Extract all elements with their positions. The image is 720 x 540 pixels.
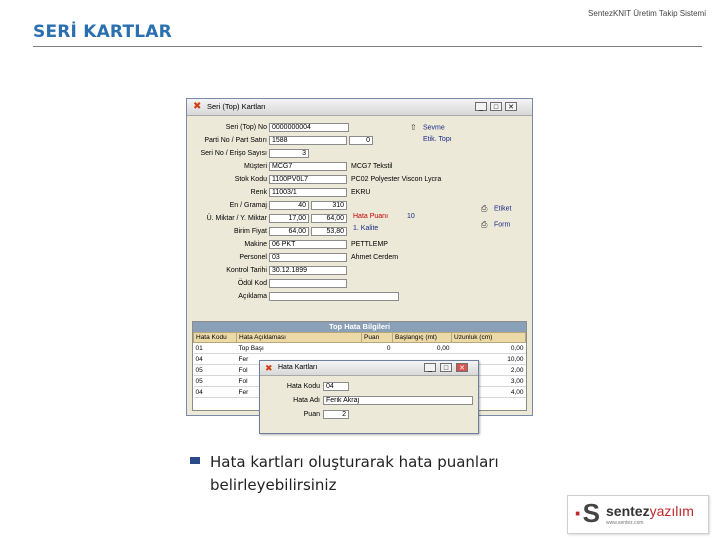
dialog-close-button[interactable]: ✕ xyxy=(456,363,468,372)
label-musteri: Müşteri xyxy=(244,163,267,170)
hata-kartlari-dialog: ✖ Hata Kartları _ □ ✕ Hata Kodu 04 Hata … xyxy=(259,360,479,434)
birim-fiyat2-field[interactable]: 53,80 xyxy=(311,227,347,236)
app-icon: ✖ xyxy=(193,101,202,112)
col-uzunluk[interactable]: Uzunluk (cm) xyxy=(451,332,526,343)
u-miktar-field[interactable]: 17,00 xyxy=(269,214,309,223)
kontrol-tarihi-field[interactable]: 30.12.1899 xyxy=(269,266,347,275)
cell-kod: 04 xyxy=(193,353,237,365)
gramaj-field[interactable]: 310 xyxy=(311,201,347,210)
slide-title: SERİ KARTLAR xyxy=(33,22,172,42)
col-hata-kodu[interactable]: Hata Kodu xyxy=(193,332,237,343)
logo-brand: sentezyazılım xyxy=(606,504,694,518)
personel-name: Ahmet Cerdem xyxy=(351,254,399,261)
stok-name: PC02 Polyester Viscon Lycra xyxy=(351,176,442,183)
kalite-label: 1. Kalite xyxy=(353,225,379,232)
dialog-label-hata-kodu: Hata Kodu xyxy=(286,383,320,390)
hata-puani-label: Hata Puanı xyxy=(353,213,389,220)
logo-mark-icon: ·S xyxy=(574,498,601,528)
renk-name: EKRU xyxy=(351,189,371,196)
cell-puan: 0 xyxy=(361,342,393,354)
grid-header-row: Hata Kodu Hata Açıklaması Puan Başlangıç… xyxy=(193,332,526,343)
musteri-name: MCG7 Tekstil xyxy=(351,163,393,170)
label-birim-fiyat: Birim Fiyat xyxy=(233,228,267,235)
dialog-title: Hata Kartları xyxy=(278,364,318,371)
table-row[interactable]: 01 Top Başı 0 0,00 0,00 xyxy=(193,342,526,354)
stok-kodu-field[interactable]: 1100PV0L7 xyxy=(269,175,347,184)
personel-field[interactable]: 03 xyxy=(269,253,347,262)
odul-kod-field[interactable] xyxy=(269,279,347,288)
label-kontrol-tarihi: Kontrol Tarihi xyxy=(226,267,267,274)
makine-name: PETTLEMP xyxy=(351,241,388,248)
label-miktar: Ü. Miktar / Y. Miktar xyxy=(206,215,267,222)
window-titlebar: ✖ Seri (Top) Kartları _ □ ✕ xyxy=(187,99,532,116)
close-button[interactable]: ✕ xyxy=(505,102,517,111)
cell-baslangic: 0,00 xyxy=(392,342,452,354)
logo-url: www.sentez.com xyxy=(606,520,644,526)
label-en-gramaj: En / Gramaj xyxy=(229,202,267,209)
window-title: Seri (Top) Kartları xyxy=(207,102,266,111)
label-seri-no: Seri (Top) No xyxy=(225,124,267,131)
etiket-top-label: Etik. Topı xyxy=(423,136,452,143)
sevme-icon: ⇧ xyxy=(410,123,417,132)
grid-title: Top Hata Bilgileri xyxy=(193,322,526,332)
dialog-label-hata-adi: Hata Adı xyxy=(293,397,320,404)
renk-field[interactable]: 11003/1 xyxy=(269,188,347,197)
bullet-marker xyxy=(190,457,200,464)
y-miktar-field[interactable]: 64,00 xyxy=(311,214,347,223)
cell-aciklama: Top Başı xyxy=(236,342,362,354)
dialog-maximize-button[interactable]: □ xyxy=(440,363,452,372)
en-field[interactable]: 40 xyxy=(269,201,309,210)
etiket-top-button[interactable]: Etik. Topı xyxy=(423,136,452,143)
seri-no-field[interactable]: 0000000004 xyxy=(269,123,349,132)
etiket-button[interactable]: ⎙ Etiket xyxy=(481,204,512,213)
birim-fiyat-field[interactable]: 64,00 xyxy=(269,227,309,236)
label-personel: Personel xyxy=(239,254,267,261)
header-right-text: SentezKNIT Üretim Takip Sistemi xyxy=(588,9,706,18)
dialog-minimize-button[interactable]: _ xyxy=(424,363,436,372)
cell-kod: 01 xyxy=(193,342,237,354)
form-printer-icon: ⎙ xyxy=(481,220,488,229)
logo-brand-a: sentez xyxy=(606,503,650,519)
part-satiri-field[interactable]: 0 xyxy=(349,136,373,145)
label-aciklama: Açıklama xyxy=(238,293,267,300)
dialog-hata-adi-field[interactable]: Ferik Akraj xyxy=(323,396,473,405)
col-hata-aciklamasi[interactable]: Hata Açıklaması xyxy=(236,332,362,343)
label-stok-kodu: Stok Kodu xyxy=(234,176,267,183)
label-makine: Makine xyxy=(244,241,267,248)
dialog-app-icon: ✖ xyxy=(265,363,273,373)
bullet-text: Hata kartları oluşturarak hata puanları … xyxy=(210,453,499,494)
label-parti-no: Parti No / Part Satırı xyxy=(204,137,267,144)
col-baslangic[interactable]: Başlangıç (mt) xyxy=(392,332,452,343)
musteri-code-field[interactable]: MCG7 xyxy=(269,162,347,171)
label-renk: Renk xyxy=(250,189,267,196)
cell-kod: 05 xyxy=(193,375,237,387)
title-divider xyxy=(33,46,702,47)
dialog-titlebar: ✖ Hata Kartları _ □ ✕ xyxy=(260,361,478,376)
dialog-hata-kodu-field[interactable]: 04 xyxy=(323,382,349,391)
dialog-label-puan: Puan xyxy=(303,411,320,418)
makine-field[interactable]: 06 PKT xyxy=(269,240,347,249)
seri-sayisi-field[interactable]: 3 xyxy=(269,149,309,158)
hata-puani-value: 10 xyxy=(407,213,415,220)
form-label: Form xyxy=(494,221,511,229)
cell-uzunluk: 0,00 xyxy=(451,342,526,354)
cell-kod: 04 xyxy=(193,386,237,398)
aciklama-field[interactable] xyxy=(269,292,399,301)
parti-no-field[interactable]: 1588 xyxy=(269,136,347,145)
printer-icon: ⎙ xyxy=(481,204,488,213)
maximize-button[interactable]: □ xyxy=(490,102,502,111)
sentez-logo: ·S sentezyazılım www.sentez.com xyxy=(567,495,709,534)
form-button[interactable]: ⎙ Form xyxy=(481,220,510,229)
label-odul-kod: Ödül Kod xyxy=(237,280,267,287)
cell-kod: 05 xyxy=(193,364,237,376)
etiket-label: Etiket xyxy=(494,205,512,213)
sevme-button[interactable]: ⇧ Sevme xyxy=(410,123,445,132)
dialog-puan-field[interactable]: 2 xyxy=(323,410,349,419)
col-puan[interactable]: Puan xyxy=(361,332,393,343)
sevme-label: Sevme xyxy=(423,124,445,132)
label-seri-sayisi: Seri No / Erişo Sayısı xyxy=(200,150,267,157)
minimize-button[interactable]: _ xyxy=(475,102,487,111)
logo-brand-b: yazılım xyxy=(649,503,694,519)
